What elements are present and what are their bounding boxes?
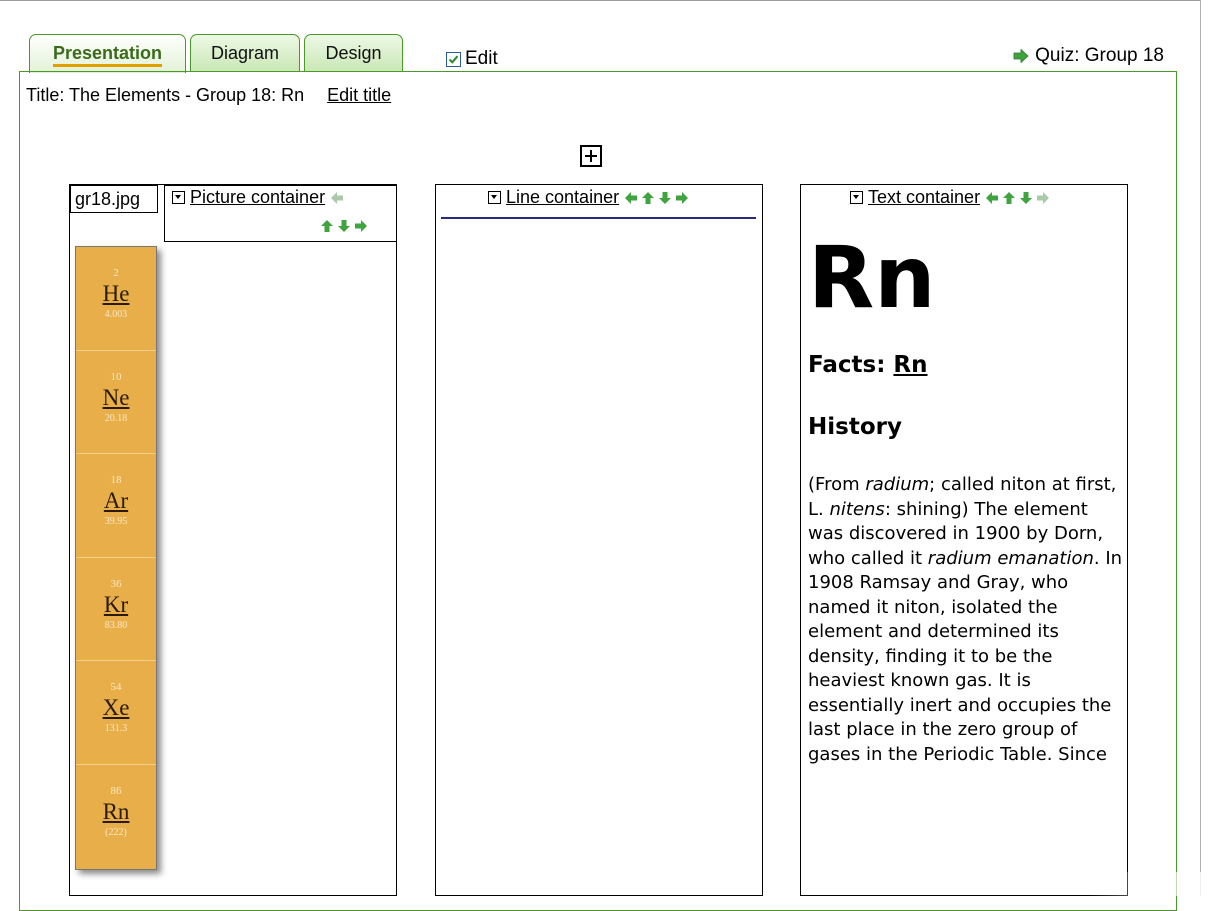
facts-heading: Facts: Rn xyxy=(808,352,1128,378)
up-arrow-icon[interactable] xyxy=(1002,191,1016,205)
picture-container-title[interactable]: Picture container xyxy=(172,187,344,208)
line-container xyxy=(435,184,763,896)
tab-diagram-label: Diagram xyxy=(210,43,280,63)
atomic-mass: 4.003 xyxy=(104,309,128,320)
facts-prefix: Facts: xyxy=(808,352,894,378)
atomic-mass: 83.80 xyxy=(104,619,128,631)
picture-file-name: gr18.jpg xyxy=(70,185,158,213)
line-container-label[interactable]: Line container xyxy=(506,187,619,208)
line-container-title[interactable]: Line container xyxy=(488,187,689,208)
element-tile-ar[interactable]: 18 Ar 39.95 xyxy=(76,454,156,558)
history-italic: nitens xyxy=(829,498,885,520)
atomic-number: 2 xyxy=(113,267,119,279)
left-arrow-icon xyxy=(331,191,344,204)
tab-presentation[interactable]: Presentation xyxy=(29,34,186,73)
up-arrow-icon[interactable] xyxy=(320,219,334,233)
history-italic: radium emanation xyxy=(927,547,1094,569)
picture-container-move-arrows xyxy=(320,219,368,233)
collapse-icon[interactable] xyxy=(850,191,863,204)
down-arrow-icon[interactable] xyxy=(1019,191,1033,205)
edit-title-link[interactable]: Edit title xyxy=(327,85,391,105)
horizontal-line xyxy=(441,217,756,219)
checkmark-icon xyxy=(448,55,459,64)
down-arrow-icon[interactable] xyxy=(658,191,672,205)
text-container-title[interactable]: Text container xyxy=(850,187,1050,208)
history-paragraph: (From radium; called niton at first, L. … xyxy=(808,473,1123,767)
up-arrow-icon[interactable] xyxy=(641,191,655,205)
green-right-arrow-icon xyxy=(1013,49,1029,63)
window-top-border xyxy=(0,0,1200,1)
atomic-number: 54 xyxy=(110,681,122,694)
bottom-right-fade xyxy=(1088,872,1208,896)
atomic-mass: 131.3 xyxy=(104,723,128,735)
window-right-border xyxy=(1200,0,1201,896)
edit-toggle[interactable]: Edit xyxy=(446,48,498,70)
collapse-icon[interactable] xyxy=(488,191,501,204)
facts-link[interactable]: Rn xyxy=(893,352,927,378)
history-italic: radium xyxy=(865,474,930,495)
history-heading: History xyxy=(808,414,902,440)
atomic-number: 86 xyxy=(110,784,122,797)
quiz-link[interactable]: Quiz: Group 18 xyxy=(1013,45,1164,67)
title-text: Title: The Elements - Group 18: Rn xyxy=(26,85,305,105)
add-container-button[interactable] xyxy=(580,145,602,167)
right-arrow-icon[interactable] xyxy=(354,219,368,233)
right-arrow-icon xyxy=(1037,191,1050,204)
element-tile-ne[interactable]: 10 Ne 20.18 xyxy=(76,351,156,455)
history-text: . In 1908 Ramsay and Gray, who named it … xyxy=(808,547,1123,765)
tab-diagram[interactable]: Diagram xyxy=(190,34,300,72)
tab-design-label: Design xyxy=(325,43,382,63)
element-symbol[interactable]: Kr xyxy=(76,590,156,620)
atomic-number: 36 xyxy=(110,577,122,590)
element-symbol[interactable]: Ar xyxy=(76,486,156,516)
element-symbol[interactable]: Xe xyxy=(76,693,156,723)
atomic-mass: (222) xyxy=(105,826,127,838)
edit-checkbox[interactable] xyxy=(446,51,461,67)
element-tile-he[interactable]: 2 He 4.003 xyxy=(76,247,156,351)
element-symbol[interactable]: Ne xyxy=(76,383,156,413)
atomic-number: 18 xyxy=(110,474,122,487)
group-18-image: 2 He 4.003 10 Ne 20.18 18 Ar 39.95 36 Kr… xyxy=(75,246,157,870)
atomic-number: 10 xyxy=(110,370,122,383)
left-arrow-icon[interactable] xyxy=(985,191,999,205)
presentation-title: Title: The Elements - Group 18: Rn Edit … xyxy=(26,85,391,106)
left-arrow-icon[interactable] xyxy=(624,191,638,205)
element-heading: Rn xyxy=(808,228,936,328)
history-text: (From xyxy=(808,474,866,495)
atomic-mass: 39.95 xyxy=(104,516,128,528)
edit-label: Edit xyxy=(465,48,498,69)
element-tile-kr[interactable]: 36 Kr 83.80 xyxy=(76,558,156,662)
down-arrow-icon[interactable] xyxy=(337,219,351,233)
element-tile-rn[interactable]: 86 Rn (222) xyxy=(76,765,156,869)
picture-container-label[interactable]: Picture container xyxy=(190,187,325,208)
atomic-mass: 20.18 xyxy=(104,412,128,424)
element-symbol[interactable]: Rn xyxy=(76,797,156,827)
quiz-link-label: Quiz: Group 18 xyxy=(1035,45,1164,66)
collapse-icon[interactable] xyxy=(172,191,185,204)
tab-presentation-label: Presentation xyxy=(52,43,163,67)
text-container-label[interactable]: Text container xyxy=(868,187,980,208)
right-arrow-icon[interactable] xyxy=(675,191,689,205)
text-container-body: Rn Facts: Rn History (From radium; calle… xyxy=(808,230,1128,767)
element-tile-xe[interactable]: 54 Xe 131.3 xyxy=(76,661,156,765)
element-symbol[interactable]: He xyxy=(76,279,156,309)
tab-design[interactable]: Design xyxy=(304,34,403,72)
